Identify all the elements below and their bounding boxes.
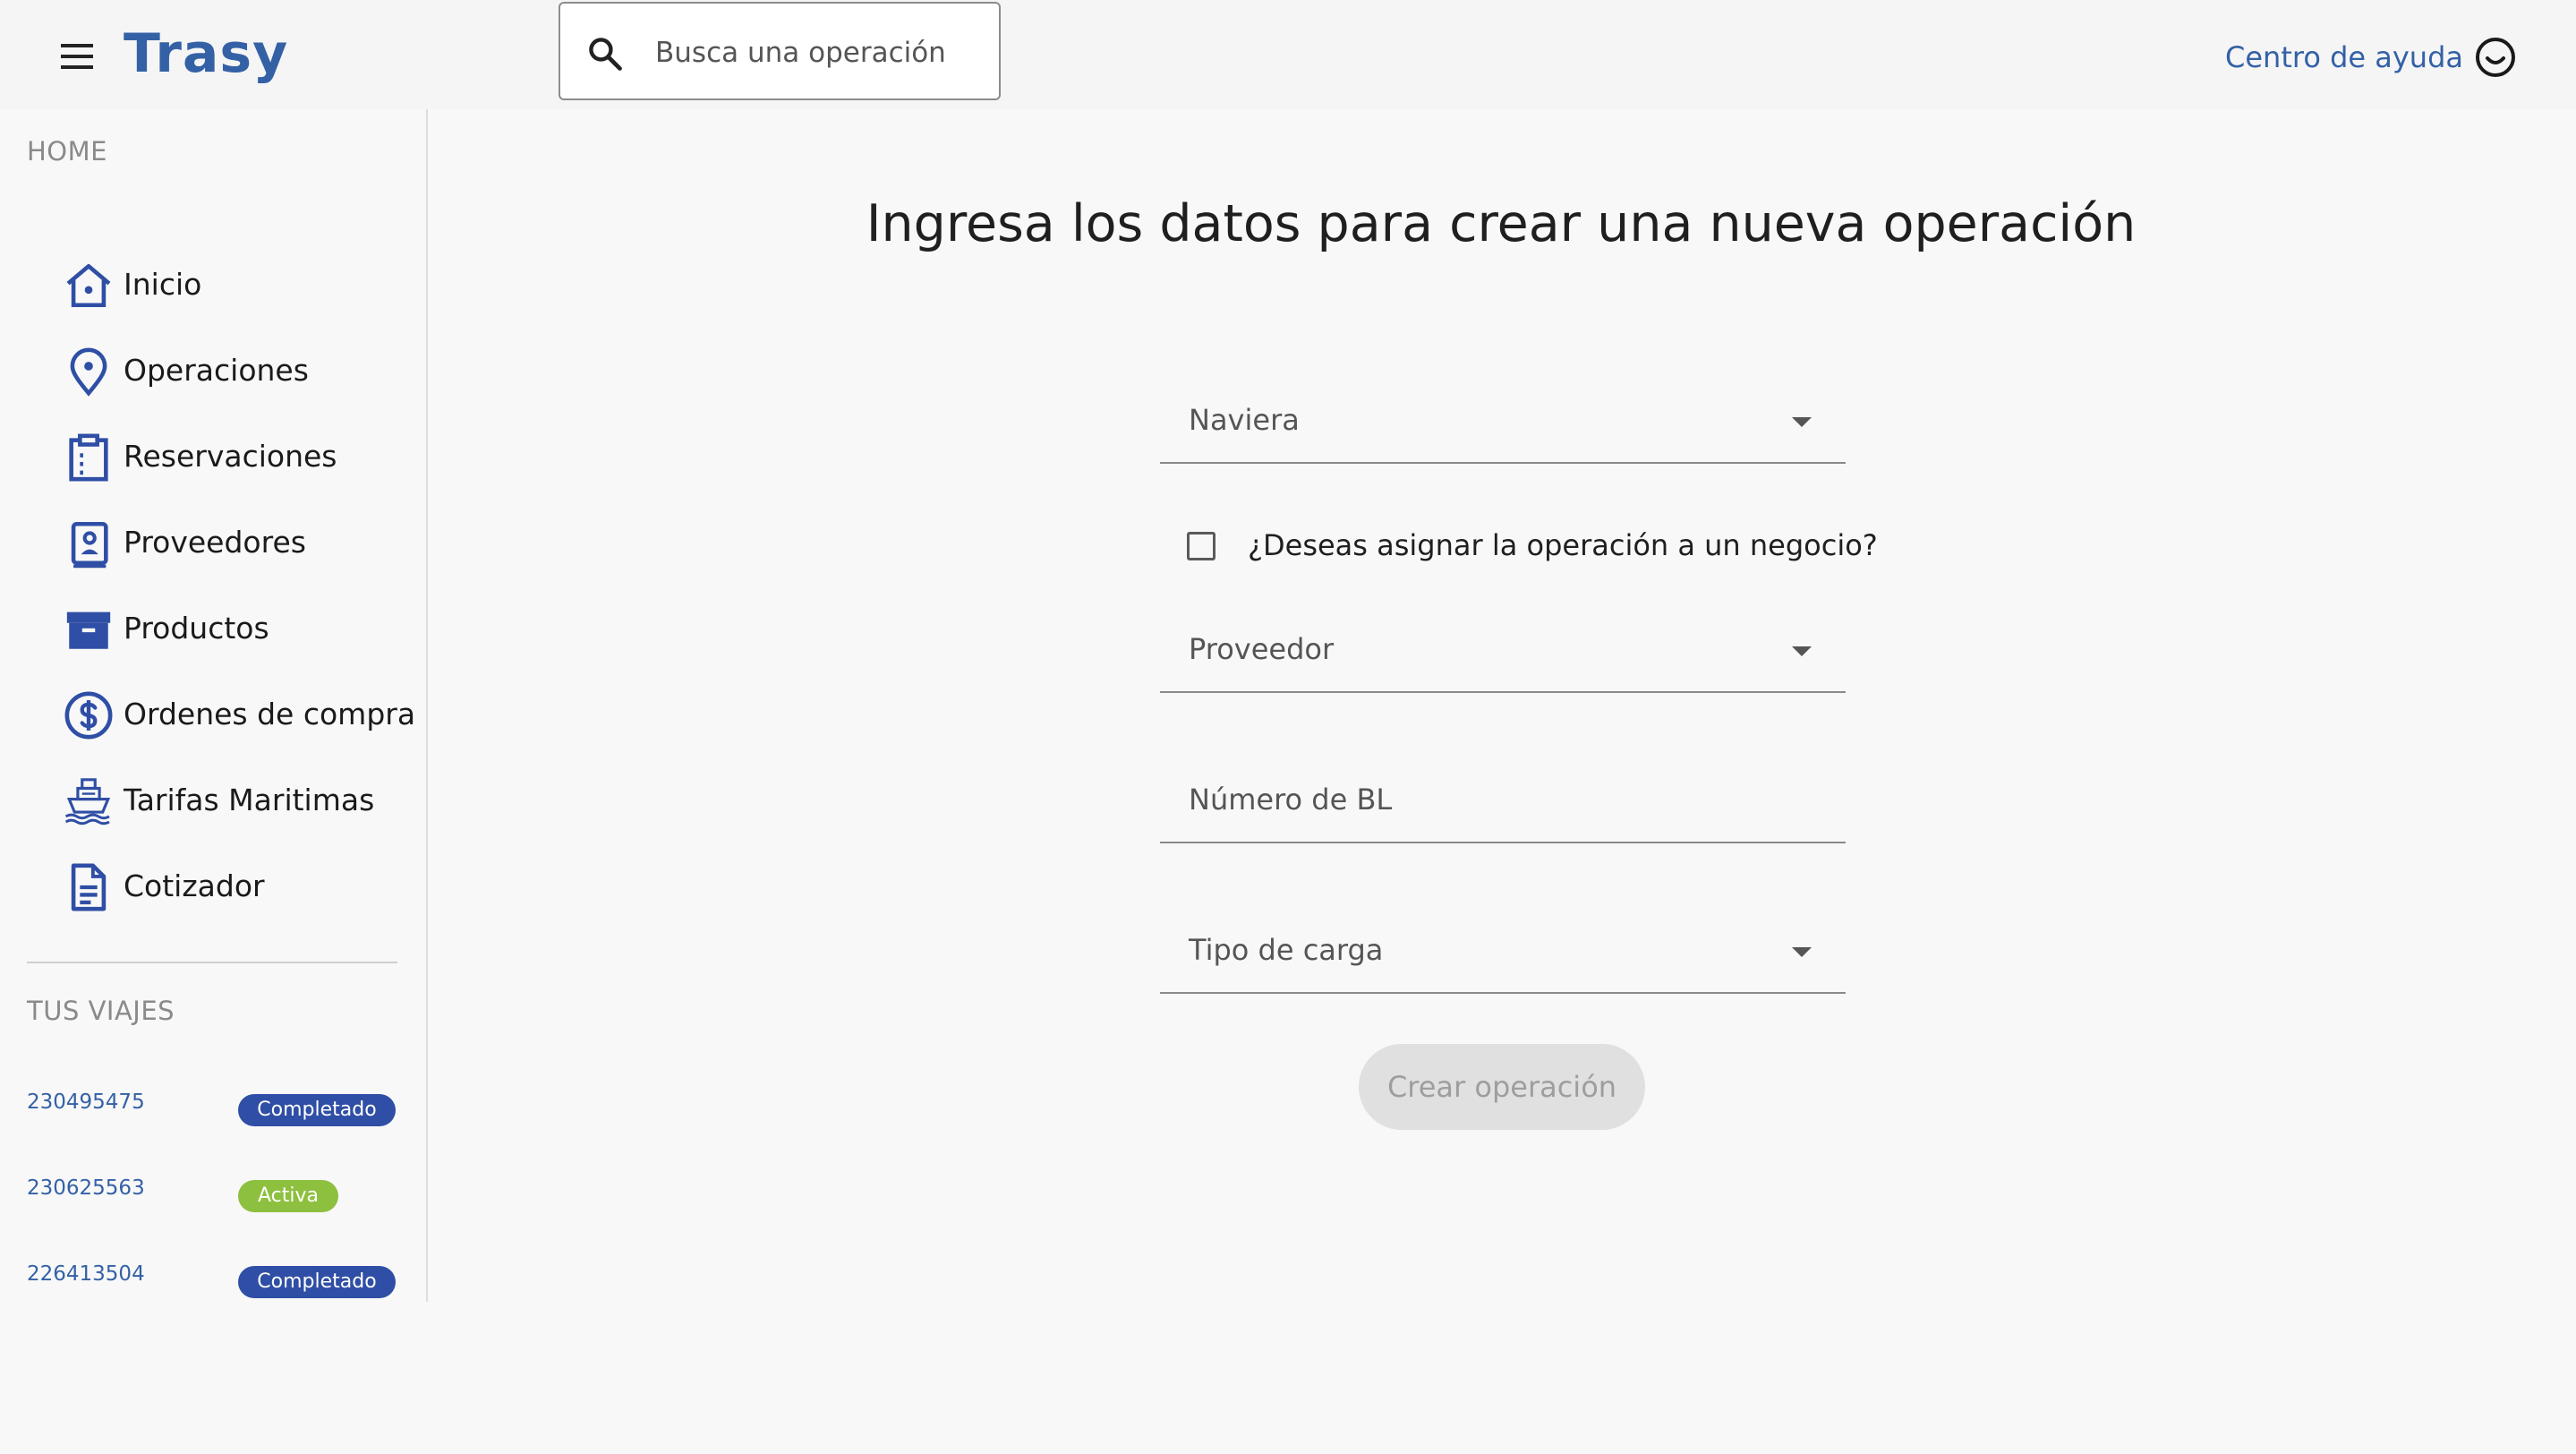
bl-number-label: Número de BL bbox=[1189, 783, 1393, 817]
search-input[interactable] bbox=[653, 29, 979, 77]
help-center-link[interactable]: Centro de ayuda bbox=[2225, 36, 2463, 79]
sidebar-item-ordenes-de-compra[interactable]: Ordenes de compra bbox=[54, 680, 416, 748]
assign-business-checkbox[interactable] bbox=[1187, 532, 1215, 560]
sidebar-item-label: Tarifas Maritimas bbox=[124, 783, 375, 817]
sidebar-item-label: Proveedores bbox=[124, 525, 306, 560]
sidebar-item-inicio[interactable]: Inicio bbox=[54, 251, 412, 319]
trip-item: 230625563 Activa bbox=[27, 1171, 403, 1216]
cargo-type-select[interactable]: Tipo de carga bbox=[1160, 902, 1846, 994]
account-icon[interactable] bbox=[2474, 36, 2517, 79]
sidebar-item-label: Operaciones bbox=[124, 353, 309, 388]
brand-logo[interactable]: Trasy bbox=[124, 18, 288, 90]
dropdown-arrow-icon bbox=[1792, 947, 1812, 957]
document-icon bbox=[71, 863, 107, 911]
trip-item: 230495475 Completado bbox=[27, 1085, 403, 1130]
dollar-circle-icon bbox=[64, 691, 113, 740]
sidebar-item-proveedores[interactable]: Proveedores bbox=[54, 509, 412, 577]
search-bar[interactable] bbox=[559, 2, 1001, 100]
create-operation-button[interactable]: Crear operación bbox=[1359, 1044, 1645, 1130]
sidebar-item-label: Ordenes de compra bbox=[124, 697, 416, 731]
menu-icon[interactable] bbox=[54, 36, 100, 77]
bl-number-field[interactable]: Número de BL bbox=[1160, 752, 1846, 843]
storefront-icon bbox=[66, 612, 111, 649]
sidebar-divider bbox=[27, 962, 397, 963]
top-app-bar: Trasy Centro de ayuda bbox=[0, 0, 2576, 109]
trip-id-link[interactable]: 226413504 bbox=[27, 1262, 145, 1286]
ship-icon bbox=[64, 778, 111, 825]
naviera-select[interactable]: Naviera bbox=[1160, 372, 1846, 464]
proveedor-select[interactable]: Proveedor bbox=[1160, 602, 1846, 693]
sidebar-item-reservaciones[interactable]: Reservaciones bbox=[54, 423, 412, 491]
clipboard-icon bbox=[69, 433, 108, 482]
home-icon bbox=[66, 263, 111, 308]
sidebar-item-label: Cotizador bbox=[124, 868, 265, 903]
page-title: Ingresa los datos para crear una nueva o… bbox=[866, 194, 2137, 253]
trip-id-link[interactable]: 230625563 bbox=[27, 1176, 145, 1200]
sidebar-item-productos[interactable]: Productos bbox=[54, 594, 412, 663]
dropdown-arrow-icon bbox=[1792, 646, 1812, 656]
naviera-label: Naviera bbox=[1189, 403, 1300, 437]
trip-item: 226413504 Completado bbox=[27, 1257, 403, 1302]
trip-id-link[interactable]: 230495475 bbox=[27, 1090, 145, 1114]
home-section-title: HOME bbox=[27, 136, 107, 167]
search-icon bbox=[589, 38, 622, 71]
sidebar: HOME Inicio Operaciones Reservaciones Pr… bbox=[0, 109, 428, 1302]
status-badge: Activa bbox=[238, 1180, 338, 1212]
sidebar-item-label: Reservaciones bbox=[124, 439, 337, 474]
cargo-type-label: Tipo de carga bbox=[1189, 933, 1384, 967]
status-badge: Completado bbox=[238, 1266, 396, 1298]
dropdown-arrow-icon bbox=[1792, 417, 1812, 427]
proveedor-label: Proveedor bbox=[1189, 632, 1335, 666]
assign-business-label: ¿Deseas asignar la operación a un negoci… bbox=[1248, 528, 1878, 562]
status-badge: Completado bbox=[238, 1094, 396, 1126]
sidebar-item-cotizador[interactable]: Cotizador bbox=[54, 852, 412, 920]
location-pin-icon bbox=[70, 347, 107, 397]
trips-section-title: TUS VIAJES bbox=[27, 996, 175, 1026]
contact-book-icon bbox=[71, 521, 108, 569]
sidebar-item-operaciones[interactable]: Operaciones bbox=[54, 337, 412, 405]
sidebar-item-tarifas-maritimas[interactable]: Tarifas Maritimas bbox=[54, 766, 412, 834]
sidebar-item-label: Inicio bbox=[124, 267, 202, 302]
sidebar-item-label: Productos bbox=[124, 611, 269, 646]
